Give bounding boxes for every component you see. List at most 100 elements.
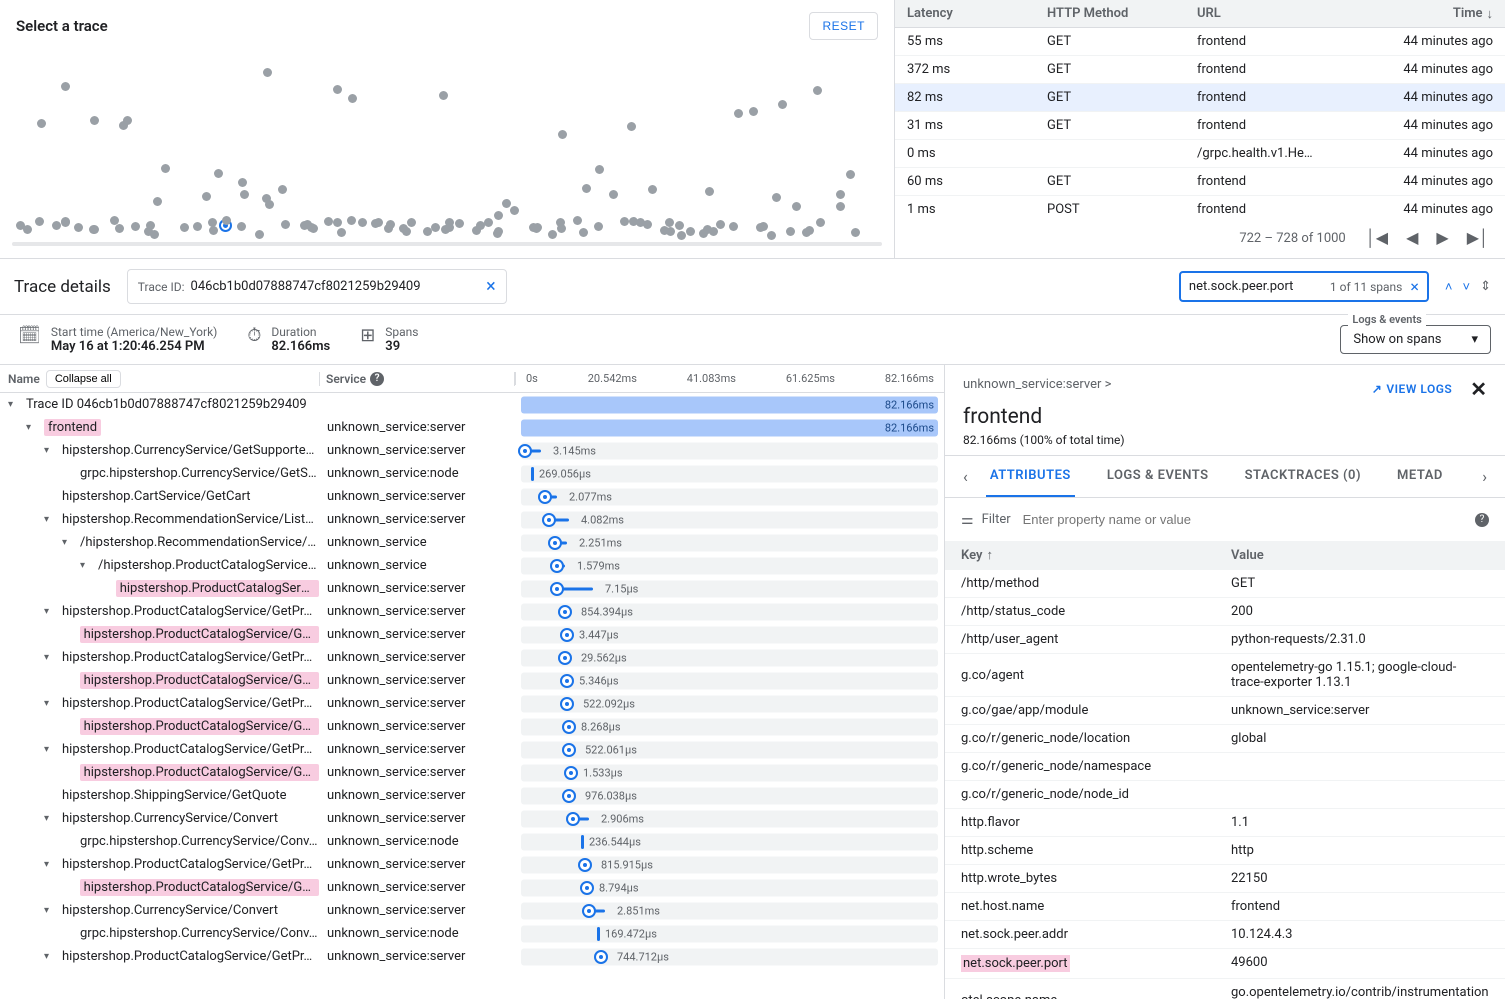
span-row[interactable]: ▾hipstershop.RecommendationService/List…… — [0, 508, 944, 531]
view-logs-button[interactable]: ↗ VIEW LOGS — [1372, 382, 1452, 396]
search-next-icon[interactable]: ˅ — [1463, 279, 1471, 295]
clear-icon[interactable]: × — [1410, 277, 1419, 296]
scatter-point[interactable] — [407, 218, 416, 227]
scatter-point[interactable] — [209, 226, 218, 235]
attribute-row[interactable]: /http/methodGET — [945, 569, 1505, 597]
span-row[interactable]: ▾/hipstershop.ProductCatalogService…unkn… — [0, 554, 944, 577]
attribute-row[interactable]: http.flavor1.1 — [945, 808, 1505, 836]
tab-scroll-right-icon[interactable]: › — [1476, 467, 1493, 486]
span-row[interactable]: hipstershop.ProductCatalogService/Get…un… — [0, 761, 944, 784]
scatter-point[interactable] — [734, 109, 743, 118]
chevron-down-icon[interactable]: ▾ — [44, 652, 58, 663]
scatter-point[interactable] — [333, 85, 342, 94]
scatter-point[interactable] — [573, 216, 582, 225]
scatter-point[interactable] — [851, 228, 860, 237]
scatter-point[interactable] — [131, 222, 140, 231]
attribute-row[interactable]: net.host.namefrontend — [945, 892, 1505, 920]
trace-row[interactable]: 1 msPOSTfrontend44 minutes ago — [895, 196, 1505, 218]
span-row[interactable]: grpc.hipstershop.CurrencyService/GetS…un… — [0, 462, 944, 485]
scatter-point[interactable] — [484, 218, 493, 227]
chevron-down-icon[interactable]: ▾ — [44, 905, 58, 916]
scatter-point[interactable] — [666, 227, 675, 236]
span-row[interactable]: ▾hipstershop.CurrencyService/Convertunkn… — [0, 899, 944, 922]
span-row[interactable]: ▾hipstershop.CurrencyService/Convertunkn… — [0, 807, 944, 830]
span-row[interactable]: ▾hipstershop.ProductCatalogService/GetPr… — [0, 853, 944, 876]
scatter-point[interactable] — [74, 223, 83, 232]
attribute-filter-input[interactable] — [1019, 508, 1467, 531]
col-key[interactable]: Key↑ — [961, 547, 1231, 563]
col-value[interactable]: Value — [1231, 548, 1489, 563]
scatter-point[interactable] — [582, 184, 591, 193]
filter-icon[interactable]: ⚌ — [961, 512, 974, 528]
tab-logs-events[interactable]: LOGS & EVENTS — [1103, 456, 1213, 497]
scatter-point[interactable] — [399, 224, 408, 233]
trace-row[interactable]: 31 msGETfrontend44 minutes ago — [895, 112, 1505, 140]
scatter-point[interactable] — [180, 223, 189, 232]
chevron-down-icon[interactable]: ▾ — [44, 514, 58, 525]
scatter-point[interactable] — [255, 230, 264, 239]
expand-icon[interactable]: ⇕ — [1480, 279, 1491, 294]
scatter-point[interactable] — [431, 223, 440, 232]
col-url[interactable]: URL — [1197, 6, 1347, 21]
chevron-down-icon[interactable]: ▾ — [8, 399, 22, 410]
scatter-point[interactable] — [579, 228, 588, 237]
scatter-point[interactable] — [455, 219, 464, 228]
scatter-point[interactable] — [756, 223, 765, 232]
scatter-point[interactable] — [237, 222, 246, 231]
scatter-point[interactable] — [52, 221, 61, 230]
scatter-point[interactable] — [278, 185, 287, 194]
scatter-point[interactable] — [333, 218, 342, 227]
span-row[interactable]: ▾hipstershop.ProductCatalogService/GetPr… — [0, 600, 944, 623]
scatter-point[interactable] — [119, 121, 128, 130]
trace-id-input[interactable]: Trace ID: 046cb1b0d07888747cf8021259b294… — [127, 269, 507, 304]
collapse-all-button[interactable]: Collapse all — [46, 370, 121, 388]
scatter-plot[interactable] — [12, 52, 882, 246]
scatter-point[interactable] — [238, 178, 247, 187]
help-icon[interactable]: ? — [370, 372, 384, 386]
scatter-point[interactable] — [265, 200, 274, 209]
scatter-point[interactable] — [348, 94, 357, 103]
scatter-point[interactable] — [309, 224, 318, 233]
scatter-point[interactable] — [281, 220, 290, 229]
trace-row[interactable]: 60 msGETfrontend44 minutes ago — [895, 168, 1505, 196]
attribute-row[interactable]: net.sock.peer.port49600 — [945, 948, 1505, 978]
span-row[interactable]: grpc.hipstershop.CurrencyService/Conv…un… — [0, 830, 944, 853]
scatter-point[interactable] — [786, 227, 795, 236]
attribute-row[interactable]: g.co/r/generic_node/node_id — [945, 780, 1505, 808]
scatter-point[interactable] — [792, 202, 801, 211]
scatter-point[interactable] — [214, 169, 223, 178]
span-row[interactable]: ▾hipstershop.ProductCatalogService/GetPr… — [0, 646, 944, 669]
scatter-point[interactable] — [802, 228, 811, 237]
span-row[interactable]: hipstershop.ProductCatalogService/Get…un… — [0, 876, 944, 899]
col-method[interactable]: HTTP Method — [1047, 6, 1197, 21]
scatter-point[interactable] — [767, 231, 776, 240]
scatter-point[interactable] — [202, 192, 211, 201]
scatter-point[interactable] — [263, 68, 272, 77]
scatter-point[interactable] — [772, 193, 781, 202]
scatter-point[interactable] — [816, 218, 825, 227]
attribute-row[interactable]: g.co/agentopentelemetry-go 1.15.1; googl… — [945, 653, 1505, 696]
scatter-point[interactable] — [677, 231, 686, 240]
attribute-row[interactable]: g.co/r/generic_node/namespace — [945, 752, 1505, 780]
span-row[interactable]: ▾Trace ID 046cb1b0d07888747cf8021259b294… — [0, 393, 944, 416]
chevron-down-icon[interactable]: ▾ — [80, 560, 94, 571]
tab-attributes[interactable]: ATTRIBUTES — [986, 456, 1075, 497]
close-icon[interactable]: ✕ — [1470, 377, 1487, 401]
span-row[interactable]: hipstershop.ProductCatalogService/Get…un… — [0, 669, 944, 692]
chevron-down-icon[interactable]: ▾ — [26, 422, 40, 433]
chevron-down-icon[interactable]: ▾ — [44, 813, 58, 824]
scatter-point[interactable] — [846, 170, 855, 179]
scatter-point[interactable] — [686, 227, 695, 236]
scatter-point[interactable] — [23, 225, 32, 234]
attribute-row[interactable]: http.schemehttp — [945, 836, 1505, 864]
scatter-point[interactable] — [61, 217, 70, 226]
scatter-point[interactable] — [836, 190, 845, 199]
scatter-point[interactable] — [709, 227, 718, 236]
page-prev-icon[interactable]: ◀ — [1406, 228, 1418, 248]
span-row[interactable]: ▾hipstershop.ProductCatalogService/GetPr… — [0, 945, 944, 968]
tab-scroll-left-icon[interactable]: ‹ — [957, 467, 974, 486]
attribute-row[interactable]: http.wrote_bytes22150 — [945, 864, 1505, 892]
scatter-point[interactable] — [494, 227, 503, 236]
attribute-row[interactable]: otel.scope.namego.opentelemetry.io/contr… — [945, 978, 1505, 999]
span-row[interactable]: hipstershop.ProductCatalogService/Get…un… — [0, 715, 944, 738]
